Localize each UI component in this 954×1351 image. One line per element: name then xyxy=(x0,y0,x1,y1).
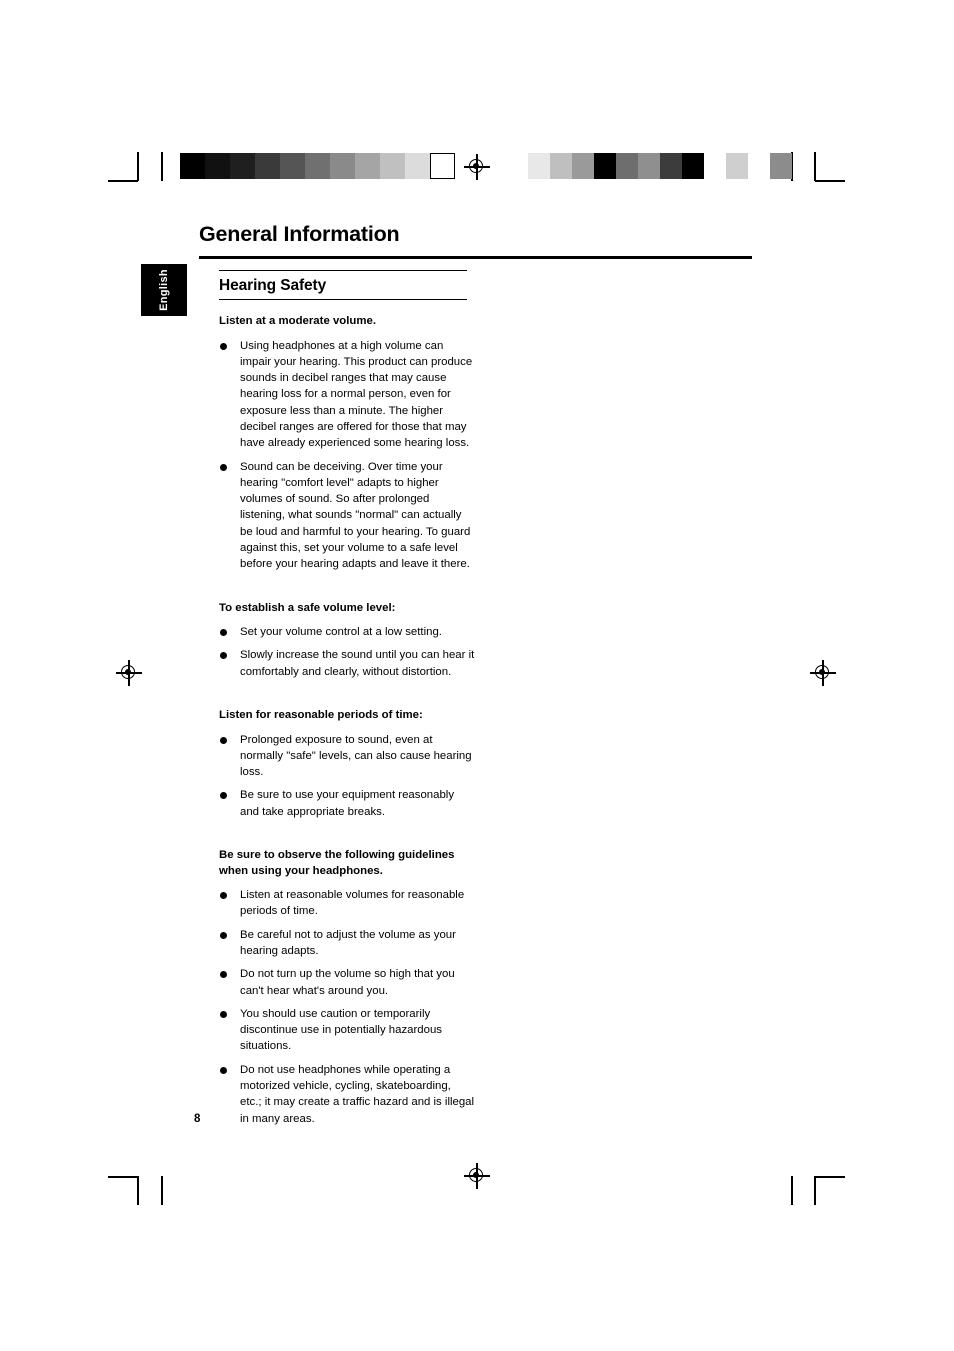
list-item-text: Do not use headphones while operating a … xyxy=(240,1063,475,1125)
group-moderate-volume: Listen at a moderate volume. Using headp… xyxy=(219,314,475,573)
list-item: Be sure to use your equipment reasonably… xyxy=(219,787,475,820)
list-item: Set your volume control at a low setting… xyxy=(219,624,475,640)
crop-mark-top-right-horizontal xyxy=(815,180,845,182)
crop-mark-bottom-left-vertical xyxy=(137,1176,139,1205)
bullet-dot-icon xyxy=(220,629,227,637)
color-calibration-bar-left xyxy=(180,153,455,179)
bullet-dot-icon xyxy=(220,792,227,800)
group-heading: Listen for reasonable periods of time: xyxy=(219,709,423,722)
crop-mark-bottom-left-inner-vertical xyxy=(161,1176,163,1205)
list-item-text: Set your volume control at a low setting… xyxy=(240,626,442,639)
list-item: Sound can be deceiving. Over time your h… xyxy=(219,459,475,573)
crop-mark-bottom-left-horizontal xyxy=(108,1176,138,1178)
list-item: Do not turn up the volume so high that y… xyxy=(219,966,475,999)
list-item-text: Listen at reasonable volumes for reasona… xyxy=(240,889,465,918)
group-reasonable-periods: Listen for reasonable periods of time: P… xyxy=(219,708,475,820)
list-item: Do not use headphones while operating a … xyxy=(219,1062,475,1127)
bullet-dot-icon xyxy=(220,652,227,660)
group-headphone-guidelines: Be sure to observe the following guideli… xyxy=(219,848,475,1127)
bullet-dot-icon xyxy=(220,1066,227,1074)
crop-mark-bottom-right-inner-vertical xyxy=(791,1176,793,1205)
list-item-text: Using headphones at a high volume can im… xyxy=(240,339,473,450)
bullet-list: Using headphones at a high volume can im… xyxy=(219,338,475,573)
bullet-dot-icon xyxy=(220,971,227,979)
list-item-text: Be sure to use your equipment reasonably… xyxy=(240,789,455,818)
crop-mark-top-right-vertical xyxy=(814,152,816,181)
crop-mark-top-left-inner-vertical xyxy=(161,152,163,181)
registration-target-bottom xyxy=(464,1163,490,1189)
crop-mark-top-left-vertical xyxy=(137,152,139,181)
language-tab: English xyxy=(141,264,187,316)
bullet-list: Prolonged exposure to sound, even at nor… xyxy=(219,732,475,820)
list-item: Slowly increase the sound until you can … xyxy=(219,647,475,680)
list-item: Listen at reasonable volumes for reasona… xyxy=(219,887,475,920)
crop-mark-top-left-horizontal xyxy=(108,180,138,182)
bullet-dot-icon xyxy=(220,892,227,900)
list-item-text: Slowly increase the sound until you can … xyxy=(240,649,475,678)
bullet-dot-icon xyxy=(220,736,227,744)
list-item: You should use caution or temporarily di… xyxy=(219,1006,475,1055)
registration-target-left xyxy=(116,660,142,686)
crop-mark-bottom-right-horizontal xyxy=(815,1176,845,1178)
registration-target-right xyxy=(810,660,836,686)
bullet-dot-icon xyxy=(220,463,227,471)
list-item-text: You should use caution or temporarily di… xyxy=(240,1007,443,1053)
page-title: General Information xyxy=(199,222,400,246)
bullet-dot-icon xyxy=(220,931,227,939)
group-heading: Listen at a moderate volume. xyxy=(219,315,376,327)
language-tab-label: English xyxy=(158,269,170,311)
bullet-list: Set your volume control at a low setting… xyxy=(219,624,475,680)
bullet-dot-icon xyxy=(220,342,227,350)
color-calibration-bar-right xyxy=(528,153,792,179)
crop-mark-bottom-right-vertical xyxy=(814,1176,816,1205)
page-number: 8 xyxy=(194,1113,201,1125)
group-heading: To establish a safe volume level: xyxy=(219,601,396,614)
list-item: Be careful not to adjust the volume as y… xyxy=(219,927,475,960)
list-item-text: Do not turn up the volume so high that y… xyxy=(240,968,455,997)
group-heading: Be sure to observe the following guideli… xyxy=(219,849,455,877)
title-underline-rule xyxy=(199,256,752,259)
bullet-list: Listen at reasonable volumes for reasona… xyxy=(219,887,475,1127)
group-safe-volume-level: To establish a safe volume level: Set yo… xyxy=(219,601,475,680)
registration-target-top xyxy=(464,154,490,180)
list-item: Prolonged exposure to sound, even at nor… xyxy=(219,732,475,781)
list-item-text: Sound can be deceiving. Over time your h… xyxy=(240,460,471,571)
list-item-text: Be careful not to adjust the volume as y… xyxy=(240,928,456,957)
bullet-dot-icon xyxy=(220,1010,227,1018)
section-rule-top xyxy=(219,270,467,271)
section-heading: Hearing Safety xyxy=(219,277,327,294)
hearing-safety-section: Hearing Safety Listen at a moderate volu… xyxy=(219,272,475,1134)
list-item: Using headphones at a high volume can im… xyxy=(219,338,475,452)
list-item-text: Prolonged exposure to sound, even at nor… xyxy=(240,733,472,779)
